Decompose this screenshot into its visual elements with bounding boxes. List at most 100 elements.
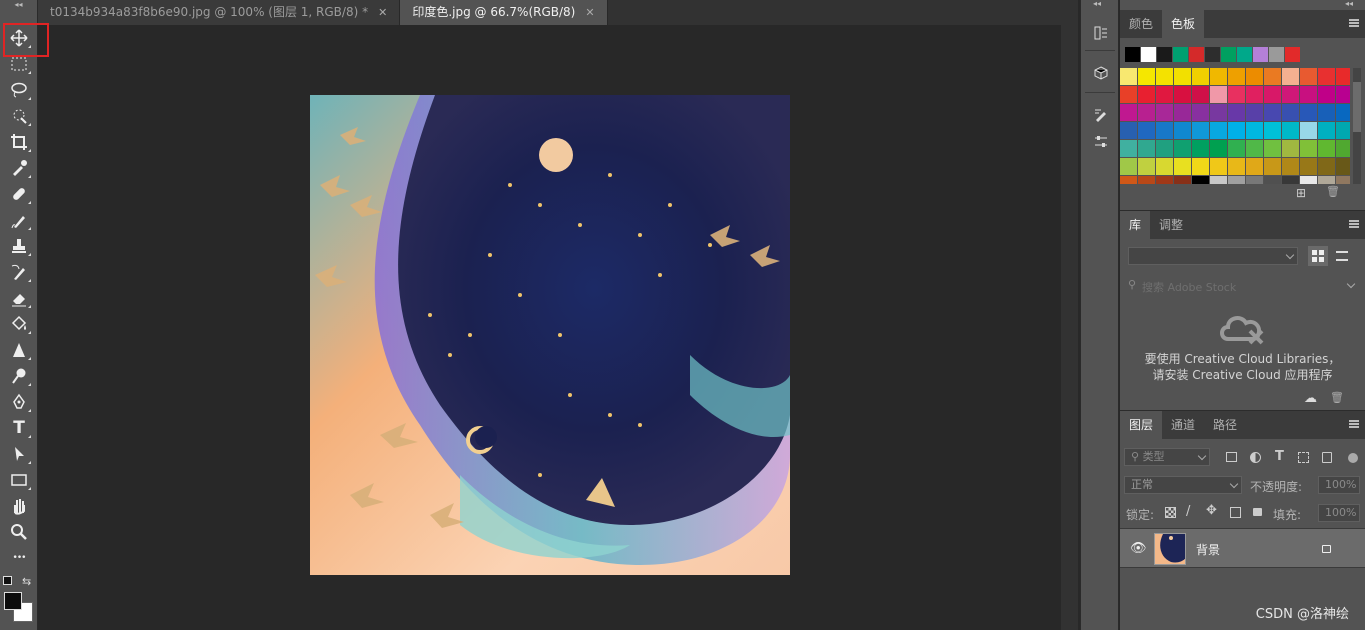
color-swatch[interactable]	[1192, 140, 1209, 157]
eraser-tool[interactable]	[5, 286, 33, 310]
color-swatch[interactable]	[1192, 122, 1209, 139]
new-swatch-icon[interactable]: ⊞	[1296, 186, 1306, 200]
color-swatch[interactable]	[1282, 86, 1299, 103]
crop-tool[interactable]	[5, 130, 33, 154]
path-select-tool[interactable]	[5, 442, 33, 466]
color-swatch[interactable]	[1228, 68, 1245, 85]
color-swatch[interactable]	[1282, 104, 1299, 121]
eye-visibility-icon[interactable]: 👁	[1130, 541, 1147, 556]
3d-cube-icon[interactable]	[1090, 62, 1112, 84]
brush-tool[interactable]	[5, 208, 33, 232]
color-swatch[interactable]	[1264, 122, 1281, 139]
cc-sync-icon[interactable]: ☁	[1304, 391, 1317, 406]
tab-channels[interactable]: 通道	[1162, 411, 1204, 439]
color-swatch[interactable]	[1246, 122, 1263, 139]
panel-menu-icon[interactable]	[1349, 420, 1359, 428]
color-swatch[interactable]	[1300, 140, 1317, 157]
filter-toggle-icon[interactable]	[1348, 453, 1358, 463]
brush-settings-icon[interactable]	[1090, 104, 1112, 126]
lock-position-icon[interactable]: ✥	[1206, 503, 1217, 518]
zoom-tool[interactable]	[5, 520, 33, 544]
color-swatch[interactable]	[1138, 68, 1155, 85]
color-swatch[interactable]	[1246, 86, 1263, 103]
lock-artboard-icon[interactable]	[1230, 507, 1241, 518]
color-swatch[interactable]	[1264, 176, 1281, 184]
color-swatch[interactable]	[1138, 122, 1155, 139]
color-swatch[interactable]	[1192, 86, 1209, 103]
color-swatch[interactable]	[1120, 158, 1137, 175]
color-swatch[interactable]	[1228, 122, 1245, 139]
panel-menu-icon[interactable]	[1349, 19, 1359, 27]
recent-color-swatch[interactable]	[1189, 47, 1204, 62]
color-swatch[interactable]	[1120, 86, 1137, 103]
color-swatch[interactable]	[1192, 68, 1209, 85]
color-swatch[interactable]	[1120, 104, 1137, 121]
color-swatch[interactable]	[1264, 140, 1281, 157]
color-swatch[interactable]	[1282, 176, 1299, 184]
filter-type-icon[interactable]: T	[1275, 449, 1284, 464]
color-swatch[interactable]	[1300, 104, 1317, 121]
filter-pixel-icon[interactable]	[1226, 452, 1237, 462]
color-swatch[interactable]	[1210, 86, 1227, 103]
layer-filter-select[interactable]: ⚲ 类型	[1124, 448, 1210, 466]
color-swatch[interactable]	[1156, 68, 1173, 85]
list-view-icon[interactable]	[1336, 251, 1348, 261]
layer-row-background[interactable]: 👁 背景	[1120, 528, 1365, 568]
filter-smart-object-icon[interactable]	[1322, 452, 1332, 463]
color-swatch[interactable]	[1120, 176, 1137, 184]
color-swatch[interactable]	[1156, 140, 1173, 157]
color-swatch[interactable]	[1174, 104, 1191, 121]
close-icon[interactable]: ✕	[378, 0, 387, 25]
color-swatch[interactable]	[1282, 122, 1299, 139]
swatch-scrollbar[interactable]	[1353, 68, 1361, 184]
color-swatch[interactable]	[1192, 176, 1209, 184]
color-swatch[interactable]	[1210, 104, 1227, 121]
color-swatch[interactable]	[1156, 158, 1173, 175]
color-swatch[interactable]	[1156, 122, 1173, 139]
fill-field[interactable]: 100%	[1318, 504, 1360, 522]
color-swatch[interactable]	[1300, 122, 1317, 139]
color-swatch[interactable]	[1192, 158, 1209, 175]
color-swatch[interactable]	[1210, 158, 1227, 175]
delete-icon[interactable]: 🗑	[1330, 391, 1344, 404]
panel-menu-icon[interactable]	[1349, 220, 1359, 228]
color-swatch[interactable]	[1174, 86, 1191, 103]
tab-color[interactable]: 颜色	[1120, 10, 1162, 38]
color-swatch[interactable]	[1120, 122, 1137, 139]
color-swatch[interactable]	[1174, 158, 1191, 175]
paint-bucket-tool[interactable]	[5, 312, 33, 336]
color-swatch[interactable]	[1138, 176, 1155, 184]
lock-all-icon[interactable]	[1253, 508, 1262, 516]
color-swatch[interactable]	[1318, 158, 1335, 175]
eyedropper-tool[interactable]	[5, 156, 33, 180]
color-swatch[interactable]	[1174, 140, 1191, 157]
lock-image-brush-icon[interactable]: /	[1186, 504, 1190, 519]
artwork-image[interactable]	[310, 95, 790, 575]
color-swatch[interactable]	[1300, 176, 1317, 184]
lasso-tool[interactable]	[5, 78, 33, 102]
panels-collapse-button[interactable]: ◂◂	[1345, 0, 1353, 8]
color-swatch[interactable]	[1336, 68, 1350, 85]
color-swatch[interactable]	[1210, 68, 1227, 85]
recent-color-swatch[interactable]	[1141, 47, 1156, 62]
color-swatch[interactable]	[1336, 122, 1350, 139]
tab-libraries[interactable]: 库	[1120, 211, 1151, 239]
history-brush-tool[interactable]	[5, 260, 33, 284]
color-swatch[interactable]	[1318, 176, 1335, 184]
library-select[interactable]	[1128, 247, 1298, 265]
tab-swatches[interactable]: 色板	[1162, 10, 1205, 38]
color-swatch[interactable]	[1336, 104, 1350, 121]
color-swatch[interactable]	[1210, 176, 1227, 184]
chevron-down-icon[interactable]	[1346, 279, 1356, 289]
color-swatch[interactable]	[1336, 140, 1350, 157]
color-swatch[interactable]	[1318, 122, 1335, 139]
grid-view-icon[interactable]	[1308, 246, 1328, 266]
color-swatch[interactable]	[1228, 86, 1245, 103]
tab-layers[interactable]: 图层	[1120, 411, 1163, 439]
dock-collapse-button[interactable]: ◂◂	[1093, 0, 1101, 8]
color-swatch[interactable]	[1138, 158, 1155, 175]
recent-color-swatch[interactable]	[1221, 47, 1236, 62]
sharpen-tool[interactable]	[5, 338, 33, 362]
color-swatch[interactable]	[1156, 86, 1173, 103]
close-icon[interactable]: ✕	[585, 0, 594, 25]
